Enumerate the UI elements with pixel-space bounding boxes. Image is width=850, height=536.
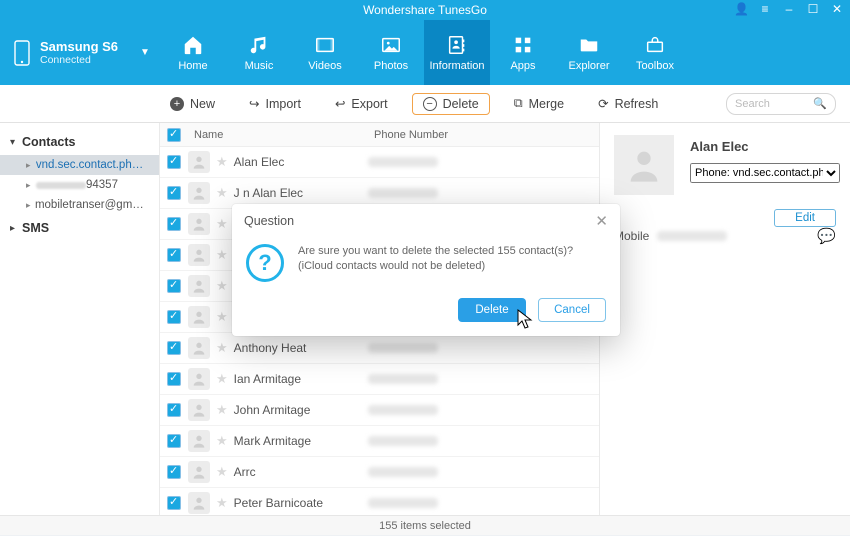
- dialog-message: Are sure you want to delete the selected…: [298, 244, 606, 282]
- dialog-delete-button[interactable]: Delete: [458, 298, 526, 322]
- question-icon: ?: [246, 244, 284, 282]
- dialog-title: Question: [244, 214, 294, 228]
- dialog-close-icon[interactable]: ✕: [595, 212, 608, 230]
- confirm-dialog: Question ✕ ? Are sure you want to delete…: [232, 204, 620, 336]
- dialog-cancel-button[interactable]: Cancel: [538, 298, 606, 322]
